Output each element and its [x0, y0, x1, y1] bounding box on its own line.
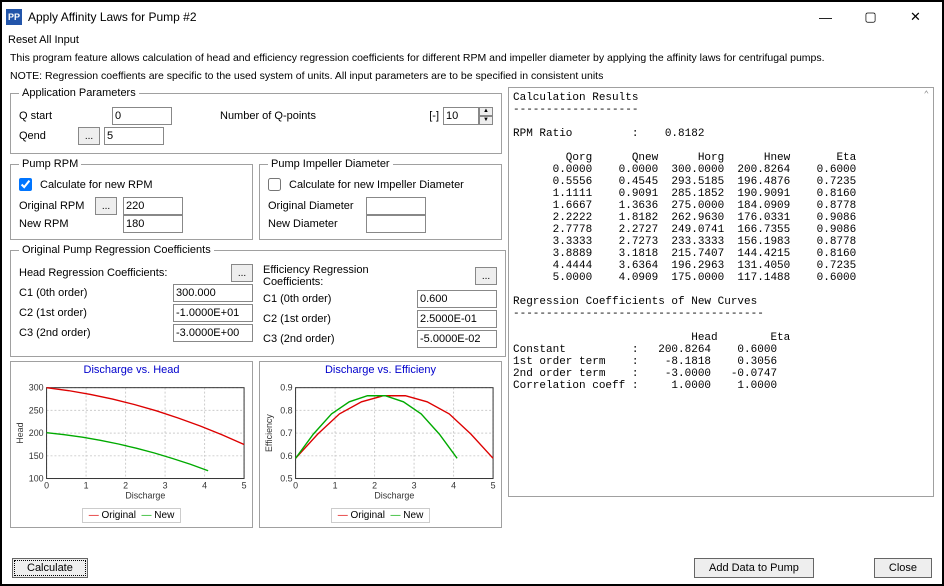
new-rpm-label: New RPM — [19, 218, 89, 230]
svg-text:Discharge: Discharge — [125, 491, 165, 501]
pump-diameter-group: Pump Impeller Diameter Calculate for new… — [259, 158, 502, 240]
close-window-button[interactable]: ✕ — [893, 3, 938, 31]
pump-diameter-legend: Pump Impeller Diameter — [268, 158, 393, 170]
qend-label: Qend — [19, 130, 74, 142]
svg-text:Discharge: Discharge — [374, 491, 414, 501]
svg-text:200: 200 — [29, 428, 44, 438]
calc-new-rpm-label: Calculate for new RPM — [40, 179, 153, 191]
head-c3-label: C3 (2nd order) — [19, 327, 169, 339]
svg-text:5: 5 — [491, 481, 496, 491]
npoints-up-icon[interactable]: ▲ — [479, 107, 493, 116]
svg-text:300: 300 — [29, 383, 44, 393]
npoints-down-icon[interactable]: ▼ — [479, 116, 493, 125]
head-c2-label: C2 (1st order) — [19, 307, 169, 319]
head-c2-input[interactable] — [173, 304, 253, 322]
calculate-button[interactable]: Calculate — [12, 558, 88, 578]
eff-chart-legend: — Original — New — [331, 508, 431, 523]
svg-text:0.7: 0.7 — [280, 428, 292, 438]
scroll-up-icon[interactable]: ⌃ — [924, 90, 929, 100]
calc-new-diameter-label: Calculate for new Impeller Diameter — [289, 179, 464, 191]
eff-c1-input[interactable] — [417, 290, 497, 308]
svg-text:1: 1 — [84, 481, 89, 491]
eff-regression-label: Efficiency Regression Coefficients: — [263, 264, 413, 288]
regression-coefficients-legend: Original Pump Regression Coefficients — [19, 244, 214, 256]
eff-chart-svg: 0 1 2 3 4 5 0.5 0.6 0.7 0.8 0.9 Discharge Efficiency — [262, 376, 499, 506]
svg-text:2: 2 — [372, 481, 377, 491]
eff-c2-label: C2 (1st order) — [263, 313, 413, 325]
eff-c3-input[interactable] — [417, 330, 497, 348]
new-diameter-input[interactable] — [366, 215, 426, 233]
svg-text:4: 4 — [451, 481, 456, 491]
head-regression-ellipsis-button[interactable]: ... — [231, 264, 253, 282]
head-chart-title: Discharge vs. Head — [13, 364, 250, 376]
head-regression-label: Head Regression Coefficients: — [19, 267, 169, 279]
svg-text:3: 3 — [412, 481, 417, 491]
add-data-to-pump-button[interactable]: Add Data to Pump — [694, 558, 814, 578]
eff-chart: Discharge vs. Efficieny 0123450.50.60.70… — [259, 361, 502, 528]
results-panel[interactable]: ⌃Calculation Results -------------------… — [508, 87, 934, 497]
original-rpm-label: Original RPM — [19, 200, 89, 212]
head-chart-legend: — Original — New — [82, 508, 182, 523]
svg-text:0.5: 0.5 — [280, 474, 292, 484]
close-button[interactable]: Close — [874, 558, 932, 578]
window-title: Apply Affinity Laws for Pump #2 — [28, 10, 803, 24]
application-parameters-legend: Application Parameters — [19, 87, 139, 99]
regression-coefficients-group: Original Pump Regression Coefficients He… — [10, 244, 506, 357]
minimize-button[interactable]: — — [803, 3, 848, 31]
svg-text:0: 0 — [293, 481, 298, 491]
new-diameter-label: New Diameter — [268, 218, 360, 230]
svg-text:0.9: 0.9 — [280, 383, 292, 393]
original-diameter-input[interactable] — [366, 197, 426, 215]
head-c1-input[interactable] — [173, 284, 253, 302]
head-chart-svg: 0 1 2 3 4 5 100 150 200 250 300 Discharge Head — [13, 376, 250, 506]
calc-new-diameter-checkbox[interactable] — [268, 178, 281, 191]
reset-all-input-menu[interactable]: Reset All Input — [8, 34, 79, 46]
svg-text:3: 3 — [163, 481, 168, 491]
intro-text-1: This program feature allows calculation … — [10, 52, 934, 66]
npoints-unit: [-] — [429, 110, 439, 122]
calc-new-rpm-checkbox[interactable] — [19, 178, 32, 191]
svg-text:Efficiency: Efficiency — [264, 414, 274, 452]
original-rpm-ellipsis-button[interactable]: ... — [95, 197, 117, 215]
qend-ellipsis-button[interactable]: ... — [78, 127, 100, 145]
app-icon: PP — [6, 9, 22, 25]
svg-text:4: 4 — [202, 481, 207, 491]
svg-text:150: 150 — [29, 451, 44, 461]
eff-c3-label: C3 (2nd order) — [263, 333, 413, 345]
original-rpm-input[interactable] — [123, 197, 183, 215]
svg-text:0.8: 0.8 — [280, 406, 292, 416]
head-chart: Discharge vs. Head 0 1 2 3 4 5 100 150 200 250 300… — [10, 361, 253, 528]
svg-text:5: 5 — [242, 481, 247, 491]
eff-regression-ellipsis-button[interactable]: ... — [475, 267, 497, 285]
svg-text:2: 2 — [123, 481, 128, 491]
svg-text:1: 1 — [333, 481, 338, 491]
svg-text:250: 250 — [29, 406, 44, 416]
eff-chart-title: Discharge vs. Efficieny — [262, 364, 499, 376]
qend-input[interactable] — [104, 127, 164, 145]
svg-text:100: 100 — [29, 474, 44, 484]
maximize-button[interactable]: ▢ — [848, 3, 893, 31]
application-parameters-group: Application Parameters Q start Number of… — [10, 87, 502, 154]
intro-text-2: NOTE: Regression coeffients are specific… — [10, 70, 934, 84]
svg-text:0.6: 0.6 — [280, 451, 292, 461]
eff-c1-label: C1 (0th order) — [263, 293, 413, 305]
npoints-label: Number of Q-points — [220, 110, 316, 122]
svg-text:0: 0 — [44, 481, 49, 491]
eff-c2-input[interactable] — [417, 310, 497, 328]
head-c3-input[interactable] — [173, 324, 253, 342]
svg-text:Head: Head — [15, 423, 25, 444]
new-rpm-input[interactable] — [123, 215, 183, 233]
pump-rpm-group: Pump RPM Calculate for new RPM Original … — [10, 158, 253, 240]
pump-rpm-legend: Pump RPM — [19, 158, 81, 170]
qstart-label: Q start — [19, 110, 74, 122]
head-c1-label: C1 (0th order) — [19, 287, 169, 299]
qstart-input[interactable] — [112, 107, 172, 125]
npoints-input[interactable] — [443, 107, 479, 125]
original-diameter-label: Original Diameter — [268, 200, 360, 212]
